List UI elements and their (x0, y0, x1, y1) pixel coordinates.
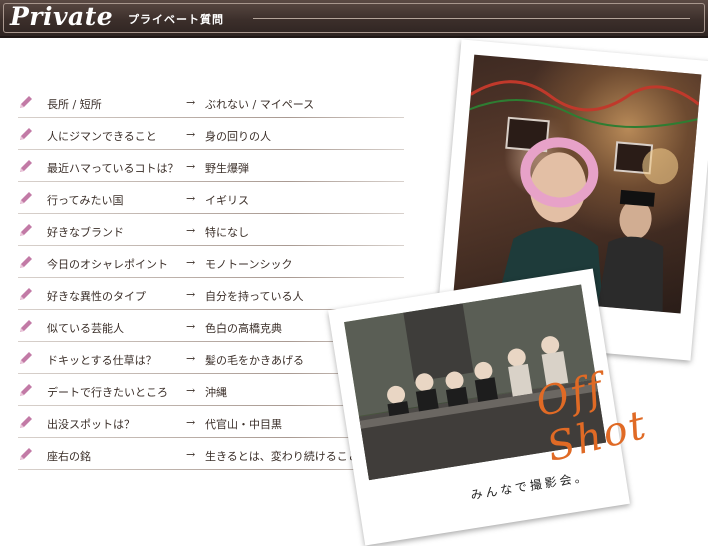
arrow: → (186, 128, 196, 141)
row-divider (18, 117, 404, 118)
question-text: 座右の銘 (47, 450, 91, 463)
pencil-icon (20, 96, 32, 108)
answer-text: 色白の高橋克典 (205, 322, 282, 335)
arrow: → (186, 384, 196, 397)
question-text: 好きなブランド (47, 226, 124, 239)
qa-row: 長所 / 短所 → ぶれない / マイペース (14, 88, 404, 120)
arrow: → (186, 96, 196, 109)
header-divider (253, 18, 690, 19)
header-bar: Private プライベート質問 (0, 0, 708, 38)
pencil-icon (20, 192, 32, 204)
answer-text: 自分を持っている人 (205, 290, 304, 303)
qa-row: 最近ハマっているコトは？ → 野生爆弾 (14, 152, 404, 184)
answer-text: イギリス (205, 194, 249, 207)
pencil-icon (20, 416, 32, 428)
answer-text: 身の回りの人 (205, 130, 271, 143)
pencil-icon (20, 160, 32, 172)
page-title: Private (10, 2, 114, 31)
question-text: 最近ハマっているコトは？ (47, 162, 179, 175)
question-text: 長所 / 短所 (47, 98, 102, 111)
pencil-icon (20, 448, 32, 460)
question-text: 出没スポットは？ (47, 418, 135, 431)
qa-row: 座右の銘 → 生きるとは、変わり続けること (14, 440, 404, 472)
question-text: 似ている芸能人 (47, 322, 124, 335)
row-divider (18, 277, 404, 278)
arrow: → (186, 320, 196, 333)
answer-text: 代官山・中目黒 (205, 418, 282, 431)
answer-text: ぶれない / マイペース (205, 98, 315, 111)
row-divider (18, 213, 404, 214)
row-divider (18, 469, 404, 470)
question-text: ドキッとする仕草は？ (47, 354, 157, 367)
answer-text: 特になし (205, 226, 249, 239)
arrow: → (186, 192, 196, 205)
arrow: → (186, 256, 196, 269)
arrow: → (186, 416, 196, 429)
answer-text: モノトーンシック (205, 258, 293, 271)
pencil-icon (20, 224, 32, 236)
answer-text: 沖縄 (205, 386, 227, 399)
question-text: デートで行きたいところ (47, 386, 168, 399)
qa-row: 好きなブランド → 特になし (14, 216, 404, 248)
pencil-icon (20, 288, 32, 300)
pencil-icon (20, 256, 32, 268)
arrow: → (186, 160, 196, 173)
arrow: → (186, 224, 196, 237)
pencil-icon (20, 384, 32, 396)
row-divider (18, 245, 404, 246)
question-text: 好きな異性のタイプ (47, 290, 146, 303)
row-divider (18, 149, 404, 150)
question-text: 人にジマンできること (47, 130, 157, 143)
pencil-icon (20, 320, 32, 332)
qa-row: 今日のオシャレポイント → モノトーンシック (14, 248, 404, 280)
row-divider (18, 181, 404, 182)
arrow: → (186, 448, 196, 461)
arrow: → (186, 288, 196, 301)
question-text: 行ってみたい国 (47, 194, 124, 207)
arrow: → (186, 352, 196, 365)
qa-row: 人にジマンできること → 身の回りの人 (14, 120, 404, 152)
row-divider (18, 437, 404, 438)
answer-text: 野生爆弾 (205, 162, 249, 175)
pencil-icon (20, 128, 32, 140)
question-text: 今日のオシャレポイント (47, 258, 168, 271)
answer-text: 髪の毛をかきあげる (205, 354, 304, 367)
pencil-icon (20, 352, 32, 364)
photo-caption: みんなで撮影会。 (469, 469, 591, 503)
qa-row: 行ってみたい国 → イギリス (14, 184, 404, 216)
page-subtitle: プライベート質問 (128, 13, 224, 26)
answer-text: 生きるとは、変わり続けること (205, 450, 359, 463)
